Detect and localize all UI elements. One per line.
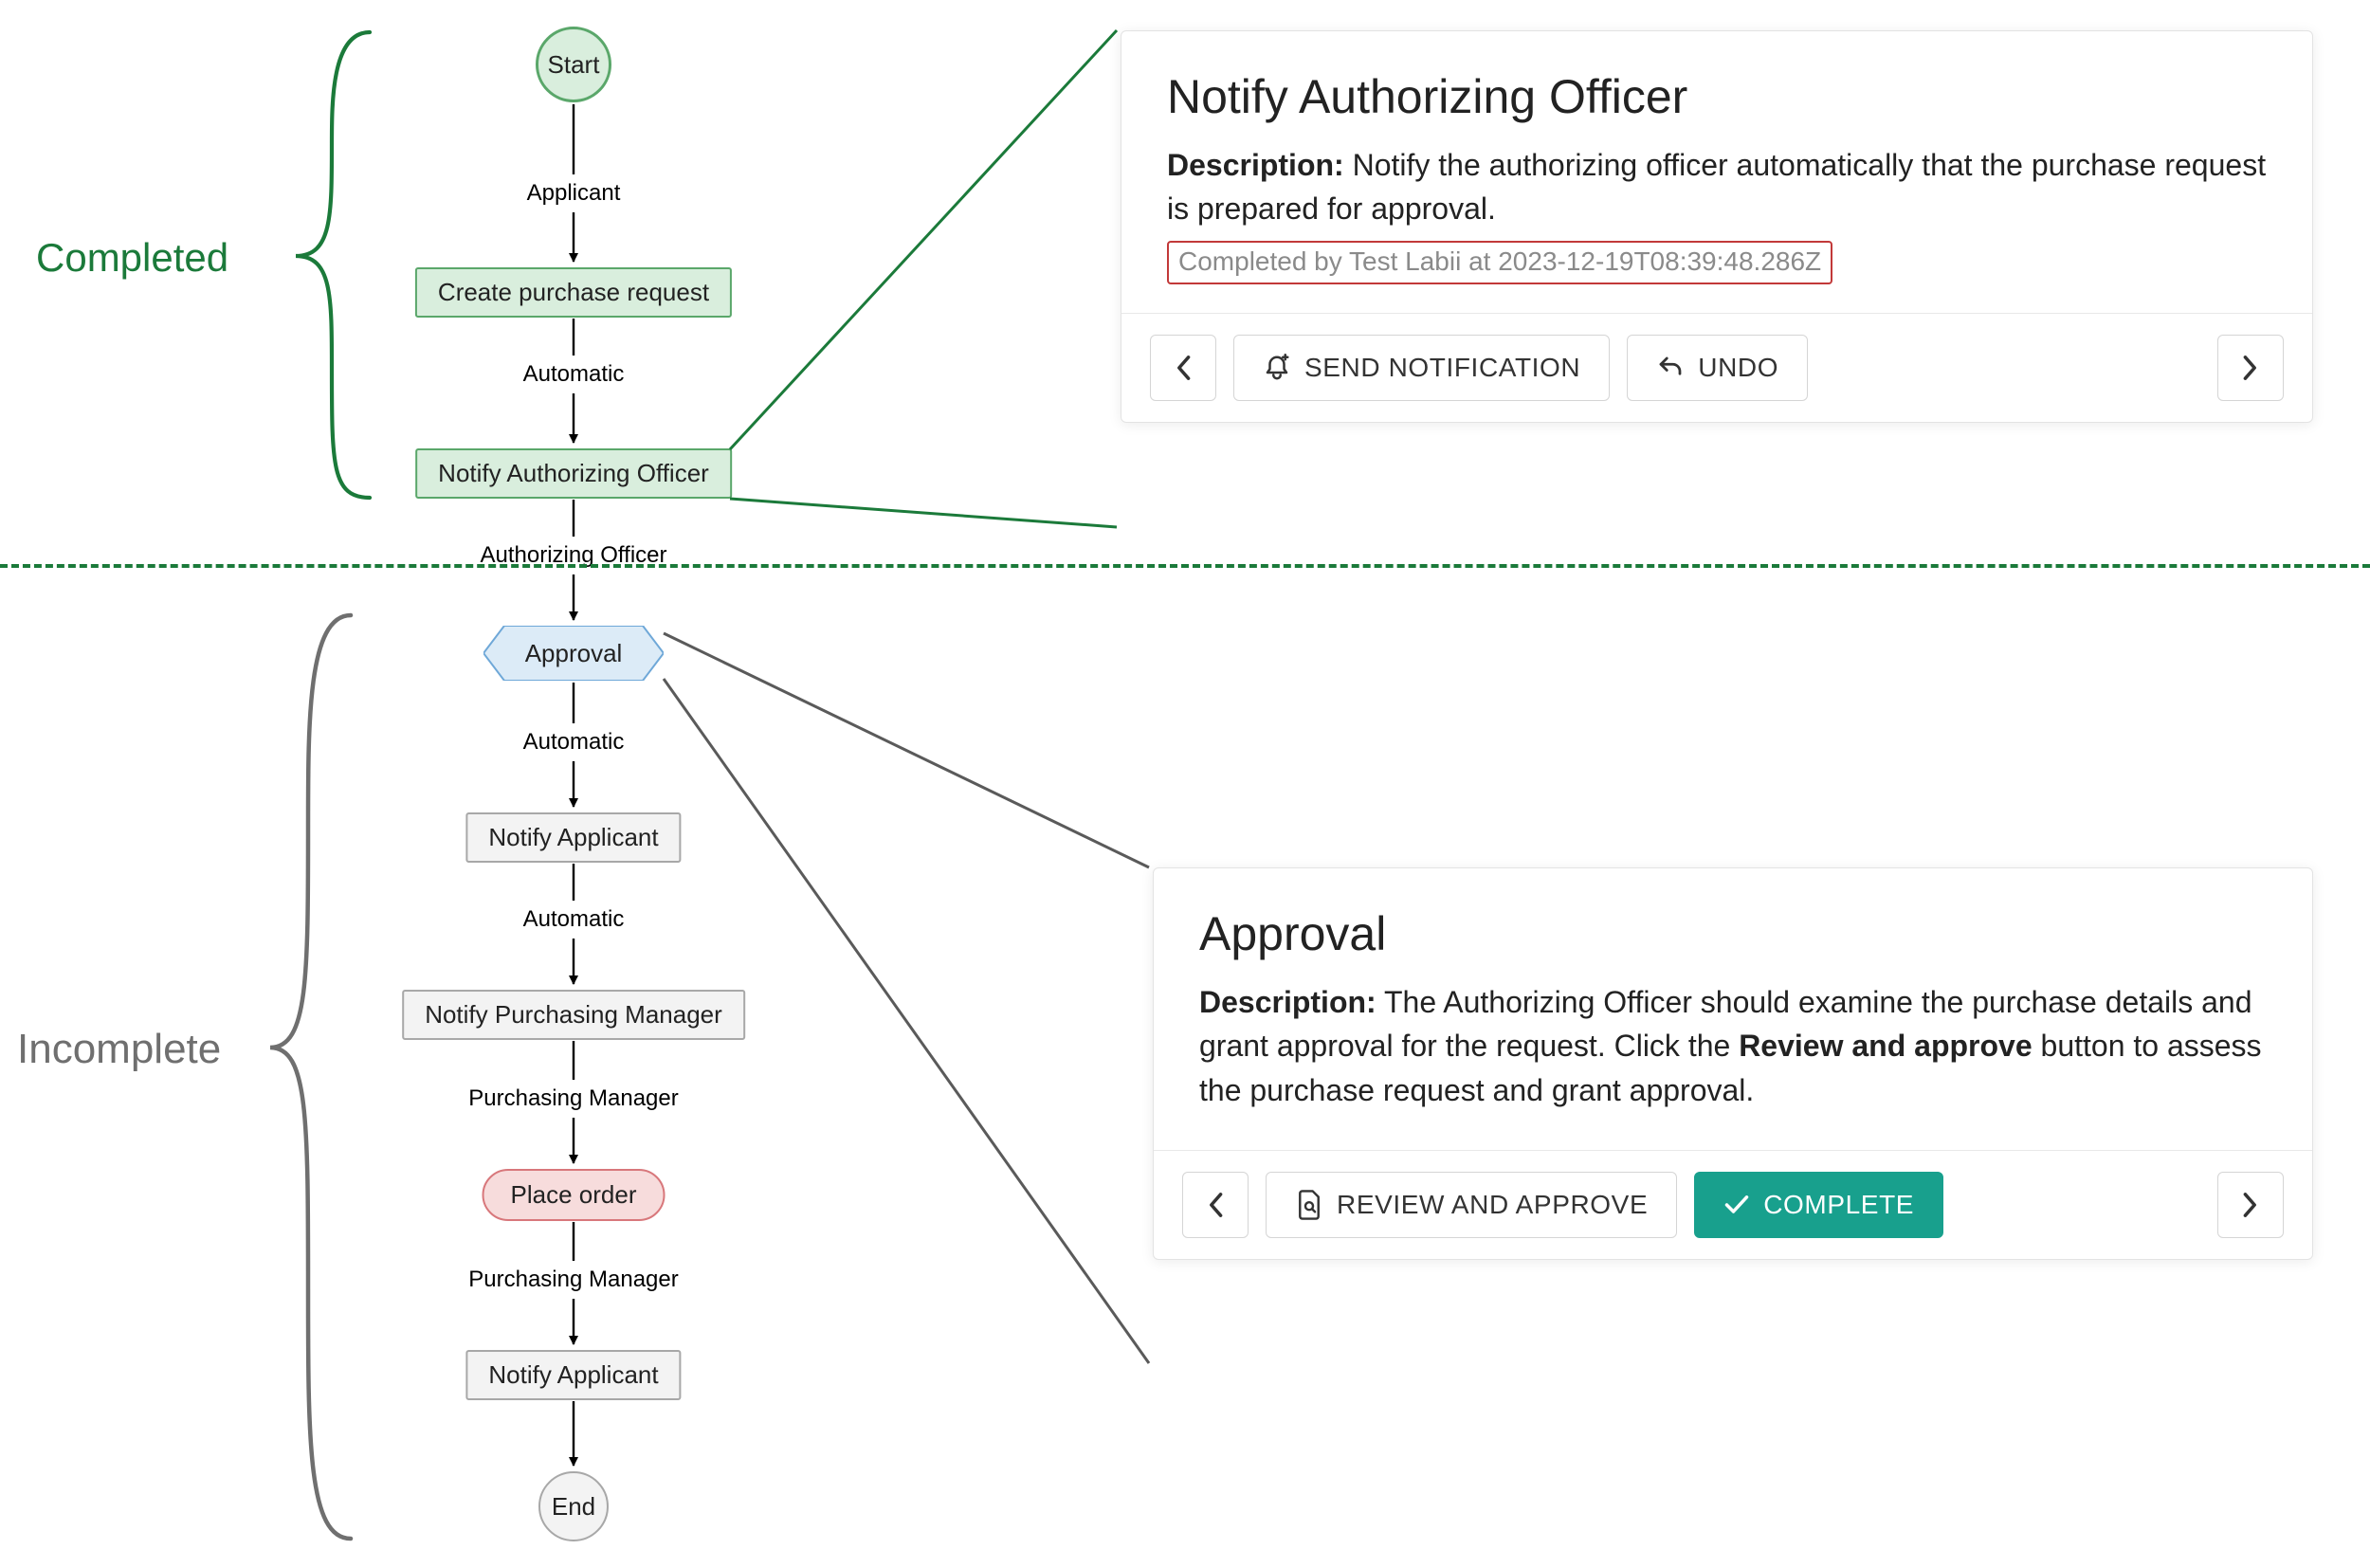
flow-node-end: End xyxy=(538,1471,609,1541)
flow-node-notify-authorizing-officer: Notify Authorizing Officer xyxy=(415,448,732,499)
panel-notify-footer: SEND NOTIFICATION UNDO xyxy=(1121,313,2312,422)
edge-label-purchasing-manager-1: Purchasing Manager xyxy=(468,1085,678,1112)
chevron-left-icon xyxy=(1174,355,1193,381)
completed-incomplete-divider xyxy=(0,564,2370,568)
description-bold: Review and approve xyxy=(1739,1029,2032,1063)
send-notification-label: SEND NOTIFICATION xyxy=(1304,353,1580,383)
next-button[interactable] xyxy=(2217,1172,2284,1238)
description-label: Description: xyxy=(1199,985,1376,1019)
chevron-right-icon xyxy=(2241,1192,2260,1218)
bell-plus-icon xyxy=(1263,354,1291,382)
notify-applicant-2-label: Notify Applicant xyxy=(488,1360,658,1389)
notify-purchasing-manager-label: Notify Purchasing Manager xyxy=(425,1000,722,1029)
edge-label-automatic-1: Automatic xyxy=(523,361,625,388)
panel-notify-description: Description: Notify the authorizing offi… xyxy=(1167,143,2267,231)
notify-authorizing-officer-label: Notify Authorizing Officer xyxy=(438,459,709,487)
flow-node-notify-applicant-1: Notify Applicant xyxy=(465,812,681,863)
create-purchase-request-label: Create purchase request xyxy=(438,278,709,306)
flow-node-place-order: Place order xyxy=(483,1169,665,1221)
complete-label: COMPLETE xyxy=(1763,1190,1914,1220)
section-label-incomplete: Incomplete xyxy=(17,1026,221,1073)
panel-notify-authorizing-officer: Notify Authorizing Officer Description: … xyxy=(1121,30,2313,423)
notify-applicant-label: Notify Applicant xyxy=(488,823,658,851)
flow-node-create-purchase-request: Create purchase request xyxy=(415,267,732,318)
panel-notify-completion: Completed by Test Labii at 2023-12-19T08… xyxy=(1167,241,1832,284)
description-label: Description: xyxy=(1167,148,1344,182)
chevron-left-icon xyxy=(1206,1192,1225,1218)
edge-label-automatic-3: Automatic xyxy=(523,906,625,933)
check-icon xyxy=(1723,1194,1750,1216)
complete-button[interactable]: COMPLETE xyxy=(1694,1172,1943,1238)
review-and-approve-label: REVIEW AND APPROVE xyxy=(1337,1190,1648,1220)
start-label: Start xyxy=(548,50,600,80)
edge-label-purchasing-manager-2: Purchasing Manager xyxy=(468,1267,678,1293)
section-label-completed: Completed xyxy=(36,235,228,281)
flow-node-start: Start xyxy=(536,27,611,102)
panel-approval: Approval Description: The Authorizing Of… xyxy=(1153,867,2313,1260)
flow-node-notify-purchasing-manager: Notify Purchasing Manager xyxy=(402,990,745,1040)
flow-node-notify-applicant-2: Notify Applicant xyxy=(465,1350,681,1400)
chevron-right-icon xyxy=(2241,355,2260,381)
undo-label: UNDO xyxy=(1698,353,1778,383)
review-and-approve-button[interactable]: REVIEW AND APPROVE xyxy=(1266,1172,1677,1238)
panel-approval-footer: REVIEW AND APPROVE COMPLETE xyxy=(1154,1150,2312,1259)
panel-approval-title: Approval xyxy=(1199,906,2267,961)
undo-button[interactable]: UNDO xyxy=(1627,335,1808,401)
edge-label-applicant: Applicant xyxy=(527,180,621,207)
place-order-label: Place order xyxy=(511,1180,637,1209)
prev-button[interactable] xyxy=(1182,1172,1249,1238)
edge-label-automatic-2: Automatic xyxy=(523,729,625,756)
prev-button[interactable] xyxy=(1150,335,1216,401)
panel-approval-description: Description: The Authorizing Officer sho… xyxy=(1199,980,2267,1112)
end-label: End xyxy=(552,1492,595,1522)
undo-icon xyxy=(1656,354,1685,382)
send-notification-button[interactable]: SEND NOTIFICATION xyxy=(1233,335,1610,401)
document-search-icon xyxy=(1295,1189,1323,1221)
panel-notify-title: Notify Authorizing Officer xyxy=(1167,69,2267,124)
flow-node-approval: Approval xyxy=(483,626,664,681)
next-button[interactable] xyxy=(2217,335,2284,401)
